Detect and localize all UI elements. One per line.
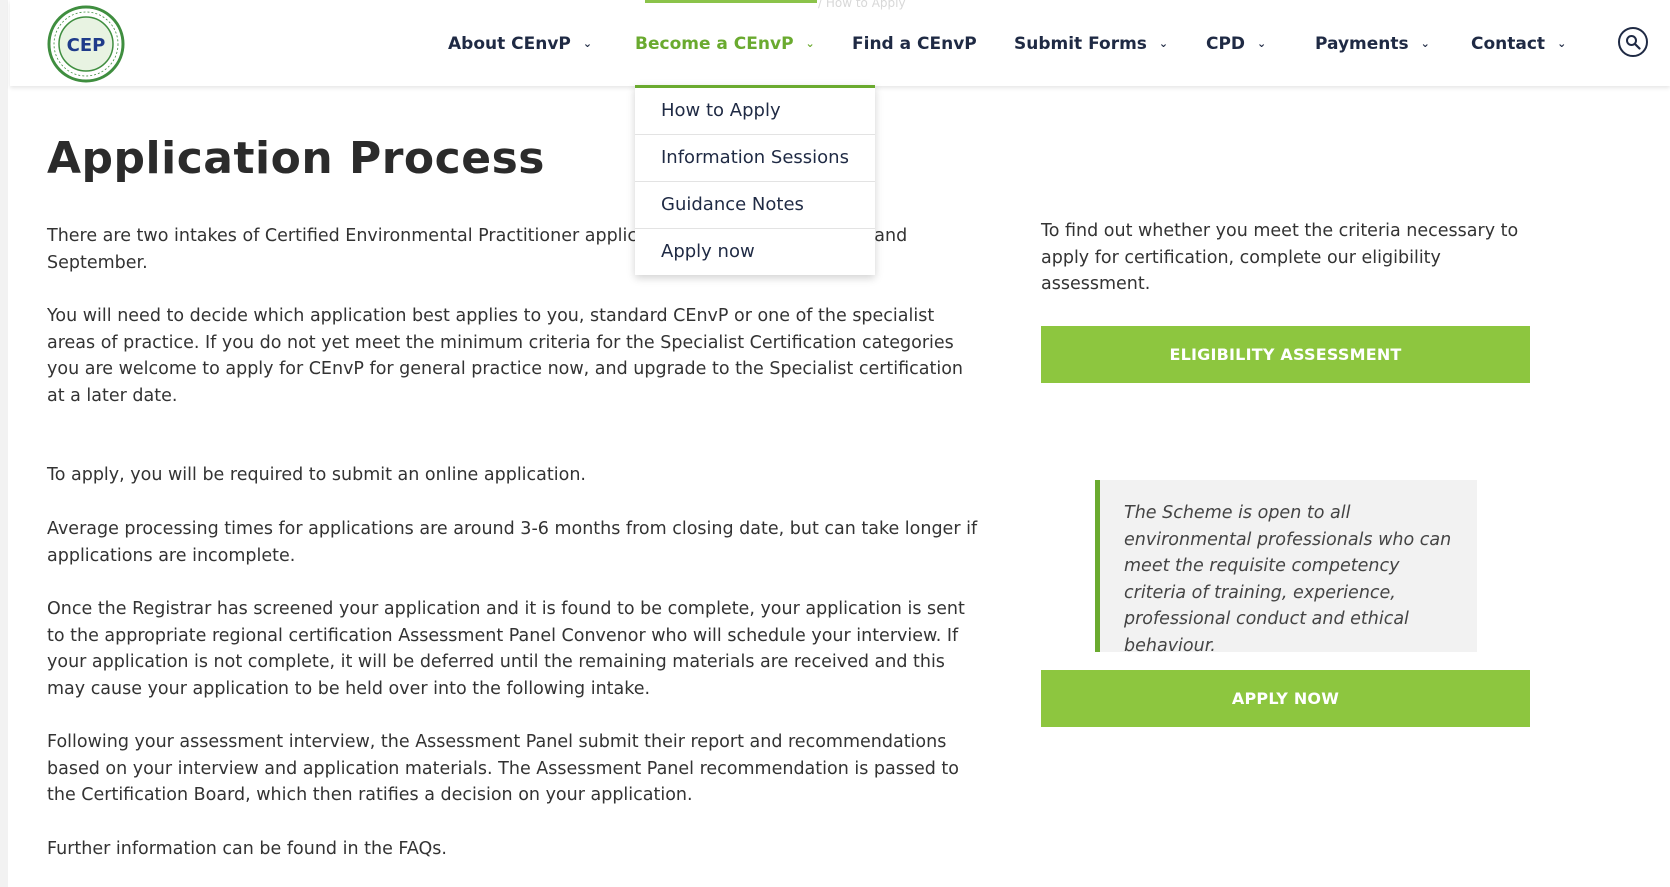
eligibility-text: To find out whether you meet the criteri… — [1041, 221, 1519, 294]
nav-submit-forms-label: Submit Forms — [1014, 34, 1147, 54]
eligibility-assessment-button[interactable]: ELIGIBILITY ASSESSMENT — [1041, 326, 1530, 383]
nav-submit-forms[interactable]: Submit Forms ⌄ — [1014, 31, 1168, 57]
scheme-quote: The Scheme is open to all environmental … — [1095, 480, 1477, 656]
scheme-quote-text: The Scheme is open to all environmental … — [1124, 503, 1452, 656]
faint-breadcrumb: / How to Apply — [818, 0, 906, 10]
apply-now-button[interactable]: APPLY NOW — [1041, 670, 1530, 727]
dropdown-item-information-sessions[interactable]: Information Sessions — [635, 135, 875, 182]
logo-emblem-icon: CEP — [47, 5, 125, 83]
chevron-down-icon: ⌄ — [805, 37, 815, 50]
nav-about-label: About CEnvP — [448, 34, 571, 54]
nav-payments[interactable]: Payments ⌄ — [1315, 31, 1430, 57]
processing-time-paragraph: Average processing times for application… — [47, 519, 978, 566]
nav-find[interactable]: Find a CEnvP — [852, 31, 977, 57]
chevron-down-icon: ⌄ — [1420, 37, 1430, 50]
left-edge-strip — [0, 0, 8, 887]
chevron-down-icon: ⌄ — [582, 37, 593, 50]
dropdown-item-apply-now[interactable]: Apply now — [635, 229, 875, 275]
nav-become-label: Become a CEnvP — [635, 34, 794, 54]
assessment-interview-paragraph: Following your assessment interview, the… — [47, 732, 959, 805]
search-icon — [1626, 35, 1641, 50]
site-header: CEP / How to Apply About CEnvP ⌄ Become a… — [10, 0, 1670, 86]
nav-find-label: Find a CEnvP — [852, 34, 977, 54]
become-dropdown-menu: How to Apply Information Sessions Guidan… — [635, 85, 875, 275]
nav-about[interactable]: About CEnvP ⌄ — [448, 31, 592, 57]
nav-contact-label: Contact — [1471, 34, 1546, 54]
page-title: Application Process — [47, 133, 545, 184]
online-application-paragraph: To apply, you will be required to submit… — [47, 465, 586, 485]
nav-cpd[interactable]: CPD ⌄ — [1206, 31, 1266, 57]
dropdown-item-guidance-notes[interactable]: Guidance Notes — [635, 182, 875, 229]
application-type-paragraph: You will need to decide which applicatio… — [47, 306, 964, 406]
nav-become[interactable]: Become a CEnvP ⌄ — [635, 31, 815, 57]
registrar-paragraph: Once the Registrar has screened your app… — [47, 599, 965, 699]
nav-cpd-label: CPD — [1206, 34, 1246, 54]
site-logo[interactable]: CEP — [46, 4, 126, 84]
chevron-down-icon: ⌄ — [1557, 37, 1567, 50]
faqs-paragraph: Further information can be found in the … — [47, 839, 447, 859]
nav-payments-label: Payments — [1315, 34, 1409, 54]
logo-initials: CEP — [67, 35, 106, 56]
chevron-down-icon: ⌄ — [1158, 37, 1169, 50]
chevron-down-icon: ⌄ — [1257, 37, 1267, 50]
search-button[interactable] — [1618, 27, 1648, 57]
nav-contact[interactable]: Contact ⌄ — [1471, 31, 1566, 57]
nav-active-indicator — [645, 0, 817, 3]
dropdown-item-how-to-apply[interactable]: How to Apply — [635, 88, 875, 135]
